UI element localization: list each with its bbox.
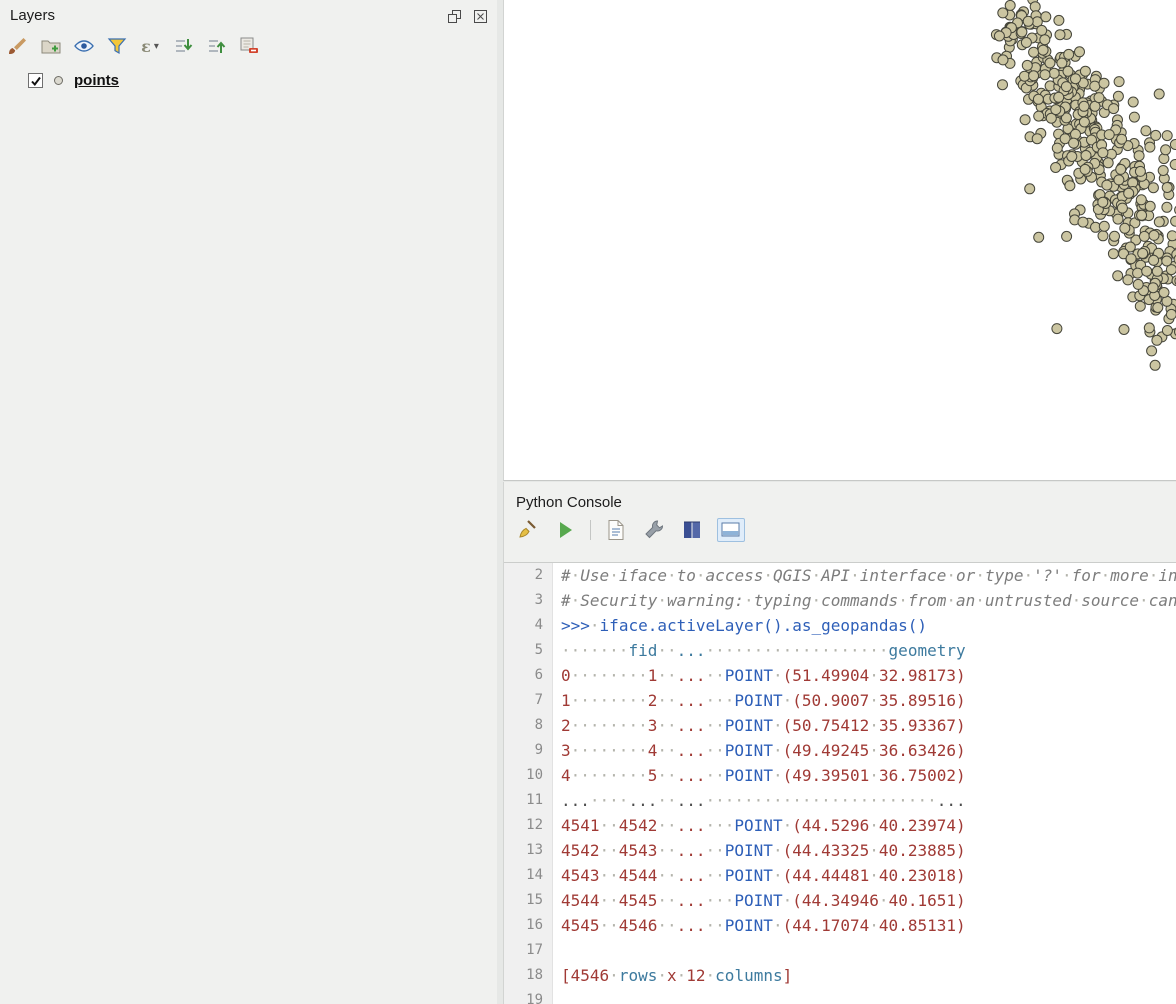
line-number: 7 [504,688,553,713]
line-number: 14 [504,863,553,888]
layers-panel: Layers ε ▾ [0,0,497,1004]
float-panel-icon [446,8,463,25]
line-number: 17 [504,938,553,963]
console-line: 5·······fid··...···················geome… [504,638,1176,663]
line-number: 11 [504,788,553,813]
help-button[interactable] [679,518,705,542]
console-line: 3#·Security·warning:·typing·commands·fro… [504,588,1176,613]
console-line: 60········1··...··POINT·(51.49904·32.981… [504,663,1176,688]
console-line: 4>>>·iface.activeLayer().as_geopandas() [504,613,1176,638]
filter-expression-icon: ε [141,37,151,56]
line-number: 15 [504,888,553,913]
options-wrench-icon [642,518,666,542]
python-console-title: Python Console [516,494,622,511]
add-group-icon [40,35,62,57]
console-line: 104········5··...··POINT·(49.39501·36.75… [504,763,1176,788]
line-number: 18 [504,963,553,988]
remove-layer-button[interactable] [237,34,261,58]
brush-icon [7,35,29,57]
line-number: 13 [504,838,553,863]
layers-panel-title: Layers [10,7,55,24]
dock-console-button[interactable] [717,518,745,542]
line-number: 16 [504,913,553,938]
console-output[interactable]: 2#·Use·iface·to·access·QGIS·API·interfac… [504,562,1176,1004]
run-command-button[interactable] [552,518,578,542]
console-line: 11...····...··...·······················… [504,788,1176,813]
line-number: 6 [504,663,553,688]
layer-item-points[interactable]: points [28,72,119,89]
filter-legend-by-expression-button[interactable]: ε ▾ [138,34,162,58]
float-panel-button[interactable] [446,8,463,25]
filter-legend-icon [106,35,128,57]
collapse-all-icon [205,35,227,57]
console-line: 93········4··...··POINT·(49.49245·36.634… [504,738,1176,763]
remove-layer-icon [238,35,260,57]
console-line: 17 [504,938,1176,963]
open-styling-panel-button[interactable] [6,34,30,58]
run-command-play-icon [553,518,577,542]
console-line: 82········3··...··POINT·(50.75412·35.933… [504,713,1176,738]
console-line: 134542··4543··...··POINT·(44.43325·40.23… [504,838,1176,863]
map-themes-eye-icon [73,35,95,57]
options-button[interactable] [641,518,667,542]
console-line: 164545··4546··...··POINT·(44.17074·40.85… [504,913,1176,938]
help-book-icon [680,518,704,542]
console-line: 71········2··...···POINT·(50.9007·35.895… [504,688,1176,713]
checkmark-icon [30,75,42,87]
console-line: 19 [504,988,1176,1004]
clear-console-broom-icon [515,518,539,542]
filter-legend-button[interactable] [105,34,129,58]
toolbar-separator [590,520,591,540]
console-line: 124541··4542··...···POINT·(44.5296·40.23… [504,813,1176,838]
line-number: 4 [504,613,553,638]
close-panel-button[interactable] [472,8,489,25]
console-line: 18[4546·rows·x·12·columns] [504,963,1176,988]
point-symbol-icon [54,76,63,85]
expand-all-icon [172,35,194,57]
python-console-panel: Python Console 2#·Use·iface·to·access·QG… [503,482,1176,1004]
python-console-toolbar [514,518,745,542]
layers-panel-titlebar: Layers [0,0,497,30]
line-number: 12 [504,813,553,838]
layer-visibility-checkbox[interactable] [28,73,43,88]
console-line: 2#·Use·iface·to·access·QGIS·API·interfac… [504,563,1176,588]
dropdown-arrow-icon: ▾ [154,41,159,52]
show-editor-button[interactable] [603,518,629,542]
console-line: 154544··4545··...···POINT·(44.34946·40.1… [504,888,1176,913]
console-line: 144543··4544··...··POINT·(44.44481·40.23… [504,863,1176,888]
close-panel-icon [472,8,489,25]
clear-console-button[interactable] [514,518,540,542]
line-number: 3 [504,588,553,613]
line-number: 5 [504,638,553,663]
layer-label[interactable]: points [74,72,119,89]
layers-toolbar: ε ▾ [6,34,261,58]
add-group-button[interactable] [39,34,63,58]
map-points-layer [504,0,1176,481]
collapse-all-button[interactable] [204,34,228,58]
line-number: 8 [504,713,553,738]
show-editor-icon [604,518,628,542]
dock-console-icon [719,518,743,542]
line-number: 19 [504,988,553,1004]
map-canvas[interactable] [503,0,1176,481]
manage-map-themes-button[interactable] [72,34,96,58]
expand-all-button[interactable] [171,34,195,58]
line-number: 2 [504,563,553,588]
line-number: 10 [504,763,553,788]
line-number: 9 [504,738,553,763]
